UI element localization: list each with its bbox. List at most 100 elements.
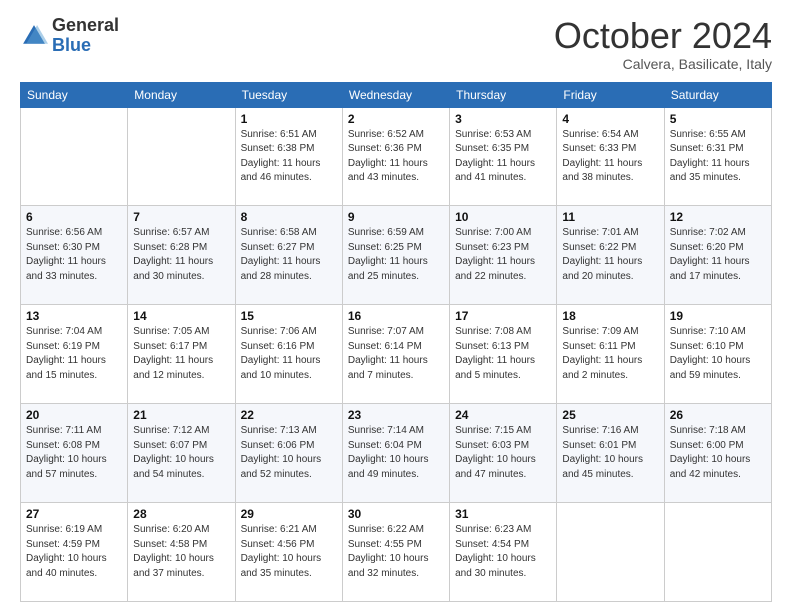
day-info: Sunrise: 6:51 AMSunset: 6:38 PMDaylight:… (241, 129, 321, 184)
calendar-header-row: Sunday Monday Tuesday Wednesday Thursday… (21, 82, 772, 107)
day-info: Sunrise: 7:09 AMSunset: 6:11 PMDaylight:… (562, 326, 642, 381)
day-number: 6 (26, 210, 122, 224)
table-row: 5 Sunrise: 6:55 AMSunset: 6:31 PMDaylight… (664, 107, 771, 206)
table-row: 24Sunrise: 7:15 AMSunset: 6:03 PMDayligh… (450, 404, 557, 503)
table-row: 4Sunrise: 6:54 AMSunset: 6:33 PMDaylight… (557, 107, 664, 206)
table-row: 3 Sunrise: 6:53 AMSunset: 6:35 PMDaylight… (450, 107, 557, 206)
day-number: 17 (455, 309, 551, 323)
table-row: 13 Sunrise: 7:04 AMSunset: 6:19 PMDayligh… (21, 305, 128, 404)
logo-text: General Blue (52, 16, 119, 56)
calendar-subtitle: Calvera, Basilicate, Italy (554, 56, 772, 72)
day-number: 12 (670, 210, 766, 224)
table-row: 27 Sunrise: 6:19 AMSunset: 4:59 PMDayligh… (21, 503, 128, 602)
day-number: 18 (562, 309, 658, 323)
title-block: October 2024 Calvera, Basilicate, Italy (554, 16, 772, 72)
table-row (664, 503, 771, 602)
day-number: 30 (348, 507, 444, 521)
day-info: Sunrise: 6:52 AMSunset: 6:36 PMDaylight:… (348, 129, 428, 184)
day-number: 19 (670, 309, 766, 323)
day-info: Sunrise: 6:59 AMSunset: 6:25 PMDaylight:… (348, 227, 428, 282)
table-row: 28 Sunrise: 6:20 AMSunset: 4:58 PMDayligh… (128, 503, 235, 602)
day-number: 5 (670, 112, 766, 126)
table-row: 31Sunrise: 6:23 AMSunset: 4:54 PMDayligh… (450, 503, 557, 602)
table-row: 15Sunrise: 7:06 AMSunset: 6:16 PMDayligh… (235, 305, 342, 404)
table-row: 17 Sunrise: 7:08 AMSunset: 6:13 PMDayligh… (450, 305, 557, 404)
day-info: Sunrise: 7:08 AMSunset: 6:13 PMDaylight:… (455, 326, 535, 381)
day-info: Sunrise: 6:55 AMSunset: 6:31 PMDaylight:… (670, 129, 750, 184)
table-row: 18 Sunrise: 7:09 AMSunset: 6:11 PMDayligh… (557, 305, 664, 404)
logo: General Blue (20, 16, 119, 56)
col-monday: Monday (128, 82, 235, 107)
day-info: Sunrise: 7:11 AMSunset: 6:08 PMDaylight:… (26, 425, 107, 480)
col-wednesday: Wednesday (342, 82, 449, 107)
day-info: Sunrise: 6:22 AMSunset: 4:55 PMDaylight:… (348, 524, 429, 579)
day-number: 9 (348, 210, 444, 224)
table-row: 2Sunrise: 6:52 AMSunset: 6:36 PMDaylight… (342, 107, 449, 206)
day-number: 23 (348, 408, 444, 422)
day-number: 10 (455, 210, 551, 224)
table-row: 12 Sunrise: 7:02 AMSunset: 6:20 PMDayligh… (664, 206, 771, 305)
day-info: Sunrise: 7:10 AMSunset: 6:10 PMDaylight:… (670, 326, 751, 381)
table-row (21, 107, 128, 206)
logo-general: General (52, 15, 119, 35)
day-number: 8 (241, 210, 337, 224)
calendar-week-row: 20 Sunrise: 7:11 AMSunset: 6:08 PMDayligh… (21, 404, 772, 503)
calendar-table: Sunday Monday Tuesday Wednesday Thursday… (20, 82, 772, 602)
day-info: Sunrise: 7:02 AMSunset: 6:20 PMDaylight:… (670, 227, 750, 282)
day-info: Sunrise: 7:12 AMSunset: 6:07 PMDaylight:… (133, 425, 214, 480)
col-saturday: Saturday (664, 82, 771, 107)
day-info: Sunrise: 7:06 AMSunset: 6:16 PMDaylight:… (241, 326, 321, 381)
header: General Blue October 2024 Calvera, Basil… (20, 16, 772, 72)
day-number: 7 (133, 210, 229, 224)
day-info: Sunrise: 6:20 AMSunset: 4:58 PMDaylight:… (133, 524, 214, 579)
table-row: 25 Sunrise: 7:16 AMSunset: 6:01 PMDayligh… (557, 404, 664, 503)
day-number: 20 (26, 408, 122, 422)
day-info: Sunrise: 6:57 AMSunset: 6:28 PMDaylight:… (133, 227, 213, 282)
day-info: Sunrise: 7:18 AMSunset: 6:00 PMDaylight:… (670, 425, 751, 480)
day-info: Sunrise: 6:56 AMSunset: 6:30 PMDaylight:… (26, 227, 106, 282)
table-row: 6 Sunrise: 6:56 AMSunset: 6:30 PMDaylight… (21, 206, 128, 305)
page: General Blue October 2024 Calvera, Basil… (0, 0, 792, 612)
table-row: 9 Sunrise: 6:59 AMSunset: 6:25 PMDaylight… (342, 206, 449, 305)
logo-blue: Blue (52, 35, 91, 55)
day-number: 16 (348, 309, 444, 323)
col-tuesday: Tuesday (235, 82, 342, 107)
day-number: 27 (26, 507, 122, 521)
day-info: Sunrise: 7:15 AMSunset: 6:03 PMDaylight:… (455, 425, 536, 480)
day-info: Sunrise: 7:05 AMSunset: 6:17 PMDaylight:… (133, 326, 213, 381)
logo-icon (20, 22, 48, 50)
col-sunday: Sunday (21, 82, 128, 107)
table-row: 11Sunrise: 7:01 AMSunset: 6:22 PMDayligh… (557, 206, 664, 305)
day-number: 13 (26, 309, 122, 323)
day-info: Sunrise: 7:13 AMSunset: 6:06 PMDaylight:… (241, 425, 322, 480)
table-row (557, 503, 664, 602)
calendar-title: October 2024 (554, 16, 772, 56)
day-info: Sunrise: 6:23 AMSunset: 4:54 PMDaylight:… (455, 524, 536, 579)
day-number: 3 (455, 112, 551, 126)
day-info: Sunrise: 6:58 AMSunset: 6:27 PMDaylight:… (241, 227, 321, 282)
day-info: Sunrise: 7:16 AMSunset: 6:01 PMDaylight:… (562, 425, 643, 480)
col-thursday: Thursday (450, 82, 557, 107)
day-info: Sunrise: 7:07 AMSunset: 6:14 PMDaylight:… (348, 326, 428, 381)
day-info: Sunrise: 6:21 AMSunset: 4:56 PMDaylight:… (241, 524, 322, 579)
day-info: Sunrise: 6:53 AMSunset: 6:35 PMDaylight:… (455, 129, 535, 184)
col-friday: Friday (557, 82, 664, 107)
day-number: 28 (133, 507, 229, 521)
table-row: 20 Sunrise: 7:11 AMSunset: 6:08 PMDayligh… (21, 404, 128, 503)
table-row: 30 Sunrise: 6:22 AMSunset: 4:55 PMDayligh… (342, 503, 449, 602)
table-row: 16 Sunrise: 7:07 AMSunset: 6:14 PMDayligh… (342, 305, 449, 404)
day-number: 14 (133, 309, 229, 323)
table-row: 7 Sunrise: 6:57 AMSunset: 6:28 PMDaylight… (128, 206, 235, 305)
table-row: 14 Sunrise: 7:05 AMSunset: 6:17 PMDayligh… (128, 305, 235, 404)
day-info: Sunrise: 6:19 AMSunset: 4:59 PMDaylight:… (26, 524, 107, 579)
day-info: Sunrise: 7:14 AMSunset: 6:04 PMDaylight:… (348, 425, 429, 480)
table-row: 29Sunrise: 6:21 AMSunset: 4:56 PMDayligh… (235, 503, 342, 602)
calendar-week-row: 1 Sunrise: 6:51 AMSunset: 6:38 PMDaylight… (21, 107, 772, 206)
day-number: 1 (241, 112, 337, 126)
day-number: 25 (562, 408, 658, 422)
table-row (128, 107, 235, 206)
calendar-week-row: 27 Sunrise: 6:19 AMSunset: 4:59 PMDayligh… (21, 503, 772, 602)
day-number: 22 (241, 408, 337, 422)
day-info: Sunrise: 7:04 AMSunset: 6:19 PMDaylight:… (26, 326, 106, 381)
table-row: 22 Sunrise: 7:13 AMSunset: 6:06 PMDayligh… (235, 404, 342, 503)
